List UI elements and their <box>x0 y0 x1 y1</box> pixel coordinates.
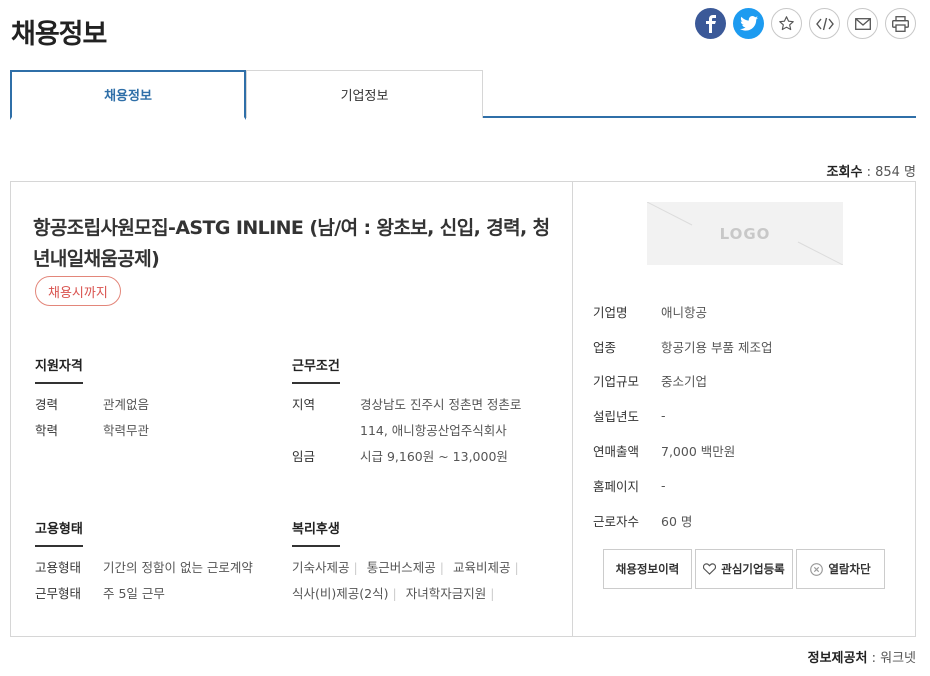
tab-company-info[interactable]: 기업정보 <box>246 70 483 118</box>
row-value: 경상남도 진주시 정촌면 정촌로 114, 애니항공산업주식회사 <box>360 397 522 438</box>
employment-heading: 고용형태 <box>35 518 83 547</box>
company-info-row: 근로자수 60 명 <box>593 503 772 538</box>
row-label: 업종 <box>593 339 617 355</box>
heart-icon <box>703 563 717 575</box>
benefit-item: 기숙사제공 <box>292 560 350 575</box>
benefit-item: 교육비제공 <box>452 560 511 575</box>
row-label: 근무형태 <box>35 586 82 601</box>
info-source-label: 정보제공처 <box>807 651 868 666</box>
qualification-heading: 지원자격 <box>35 355 83 384</box>
row-value: 학력무관 <box>103 423 150 438</box>
block-view-label: 열람차단 <box>828 562 871 576</box>
employment-section: 고용형태 고용형태 기간의 정함이 없는 근로계약 근무형태 주 5일 근무 <box>35 518 253 607</box>
info-row: 학력 학력무관 <box>35 418 149 444</box>
company-info-row: 연매출액 7,000 백만원 <box>593 433 772 468</box>
row-label: 임금 <box>292 449 316 464</box>
row-label: 지역 <box>292 397 316 412</box>
page-title: 채용정보 <box>11 19 107 50</box>
logo-text: LOGO <box>719 224 771 243</box>
benefits-heading: 복리후생 <box>292 518 340 547</box>
tab-job-info[interactable]: 채용정보 <box>10 70 246 120</box>
job-detail-panel: 항공조립사원모집-ASTG INLINE (남/여 : 왕초보, 신입, 경력,… <box>10 181 916 637</box>
row-label: 경력 <box>35 397 59 412</box>
company-info-row: 홈페이지 - <box>593 468 772 503</box>
row-value: - <box>661 408 666 424</box>
company-info-row: 설립년도 - <box>593 398 772 433</box>
info-row: 고용형태 기간의 정함이 없는 근로계약 <box>35 555 253 581</box>
row-label: 설립년도 <box>593 409 640 425</box>
tab-bar: 채용정보 기업정보 <box>10 70 916 120</box>
info-row: 경력 관계없음 <box>35 392 149 418</box>
share-toolbar <box>695 8 916 39</box>
view-count-label: 조회수 <box>826 165 863 180</box>
row-value: 애니항공 <box>661 304 708 320</box>
info-source: 정보제공처 : 워크넷 <box>807 651 916 666</box>
company-info-row: 업종 항공기용 부품 제조업 <box>593 329 772 364</box>
conditions-section: 근무조건 지역 경상남도 진주시 정촌면 정촌로 114, 애니항공산업주식회사 … <box>292 355 546 470</box>
row-value: 항공기용 부품 제조업 <box>661 339 773 355</box>
divider: | <box>490 586 495 601</box>
company-logo: LOGO <box>647 202 843 265</box>
row-value: - <box>661 477 666 493</box>
view-count-value: 854 명 <box>875 165 916 180</box>
row-label: 기업규모 <box>593 374 640 390</box>
code-icon <box>815 17 834 30</box>
row-value: 시급 9,160원 ~ 13,000원 <box>360 449 508 464</box>
row-label: 고용형태 <box>35 560 82 575</box>
info-row: 근무형태 주 5일 근무 <box>35 581 253 607</box>
divider: | <box>392 586 397 601</box>
job-history-button[interactable]: 채용정보이력 <box>603 549 692 589</box>
job-title: 항공조립사원모집-ASTG INLINE (남/여 : 왕초보, 신입, 경력,… <box>33 217 550 270</box>
benefit-item: 통근버스제공 <box>366 560 436 575</box>
email-share-button[interactable] <box>847 8 878 39</box>
row-label: 기업명 <box>593 304 628 320</box>
close-circle-icon <box>810 562 824 576</box>
interest-company-button[interactable]: 관심기업등록 <box>695 549 793 589</box>
divider: | <box>514 560 519 575</box>
deadline-badge: 채용시까지 <box>35 276 121 306</box>
divider: | <box>353 560 358 575</box>
view-count: 조회수 : 854 명 <box>826 165 916 180</box>
row-value: 중소기업 <box>661 374 708 390</box>
row-value: 기간의 정함이 없는 근로계약 <box>103 560 253 575</box>
row-value: 60 명 <box>661 513 693 529</box>
twitter-icon <box>739 16 758 31</box>
favorite-button[interactable] <box>771 8 802 39</box>
block-view-button[interactable]: 열람차단 <box>796 549 885 589</box>
embed-button[interactable] <box>809 8 840 39</box>
benefits-list: 기숙사제공 | 통근버스제공 | 교육비제공 | 식사(비)제공(2식) | 자녀학자금지원 | <box>292 555 548 607</box>
print-button[interactable] <box>885 8 916 39</box>
mail-icon <box>854 17 871 30</box>
row-value: 7,000 백만원 <box>661 444 736 460</box>
twitter-share-button[interactable] <box>733 8 764 39</box>
job-history-label: 채용정보이력 <box>615 562 680 576</box>
printer-icon <box>892 15 909 32</box>
company-info-row: 기업규모 중소기업 <box>593 364 772 399</box>
info-row: 지역 경상남도 진주시 정촌면 정촌로 114, 애니항공산업주식회사 <box>292 392 546 444</box>
benefits-section: 복리후생 기숙사제공 | 통근버스제공 | 교육비제공 | 식사(비)제공(2식) | 자녀학자… <box>292 518 548 607</box>
company-info-row: 기업명 애니항공 <box>593 294 772 329</box>
row-label: 홈페이지 <box>593 478 640 494</box>
facebook-icon <box>705 14 716 33</box>
row-value: 주 5일 근무 <box>103 586 165 601</box>
interest-company-label: 관심기업등록 <box>721 562 785 576</box>
row-value: 관계없음 <box>103 397 150 412</box>
facebook-share-button[interactable] <box>695 8 726 39</box>
qualification-section: 지원자격 경력 관계없음 학력 학력무관 <box>35 355 149 444</box>
info-source-value: 워크넷 <box>880 651 916 666</box>
star-icon <box>779 16 794 31</box>
divider: | <box>439 560 444 575</box>
company-summary: LOGO 기업명 애니항공 업종 항공기용 부품 제조업 기업규모 중소기업 설립년도… <box>573 182 915 636</box>
benefit-item: 식사(비)제공(2식) <box>292 586 389 601</box>
row-label: 연매출액 <box>593 444 640 460</box>
company-actions: 채용정보이력 관심기업등록 열람차단 <box>603 549 885 589</box>
job-summary: 항공조립사원모집-ASTG INLINE (남/여 : 왕초보, 신입, 경력,… <box>11 182 573 636</box>
row-label: 근로자수 <box>593 513 640 529</box>
company-info-list: 기업명 애니항공 업종 항공기용 부품 제조업 기업규모 중소기업 설립년도 - 연매출… <box>593 294 772 538</box>
benefit-item: 자녀학자금지원 <box>405 586 487 601</box>
row-label: 학력 <box>35 423 59 438</box>
info-row: 임금 시급 9,160원 ~ 13,000원 <box>292 444 546 470</box>
conditions-heading: 근무조건 <box>292 355 340 384</box>
